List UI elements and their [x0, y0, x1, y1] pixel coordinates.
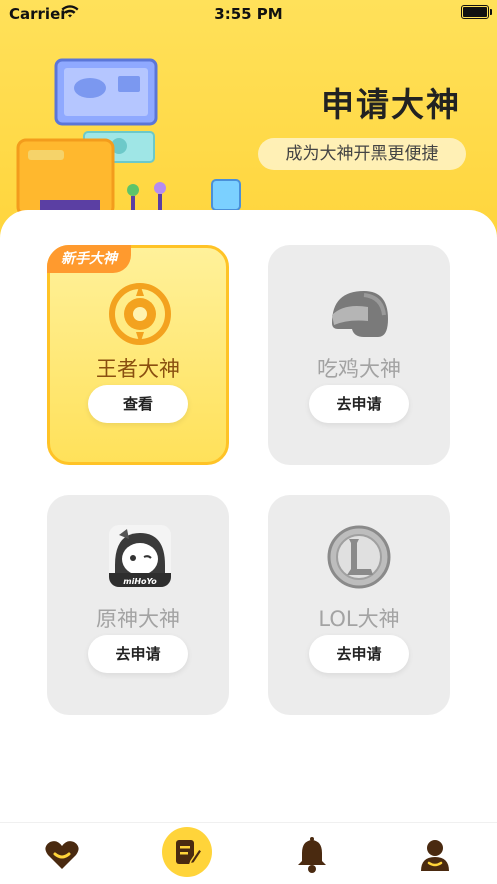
card-genshin[interactable]: miHoYo 原神大神 去申请 [47, 495, 229, 715]
mihoyo-label: miHoYo [123, 577, 157, 586]
status-bar: Carrier 3:55 PM [0, 0, 497, 26]
apply-button[interactable]: 去申请 [309, 385, 409, 423]
tab-profile[interactable] [413, 833, 457, 877]
page-subtitle: 成为大神开黑更便捷 [258, 138, 466, 170]
apply-button[interactable]: 去申请 [88, 635, 188, 673]
tab-notifications[interactable] [290, 833, 334, 877]
honor-of-kings-icon [109, 283, 171, 345]
card-name: 王者大神 [96, 357, 180, 381]
card-name: 原神大神 [96, 607, 180, 631]
card-honor-of-kings[interactable]: 新手大神 王者大神 查看 [47, 245, 229, 465]
tab-apply[interactable] [162, 827, 212, 877]
phone-illustration [211, 179, 241, 211]
novice-tag: 新手大神 [47, 245, 131, 273]
page-title: 申请大神 [321, 85, 461, 124]
banner-illustration [16, 58, 241, 215]
user-icon [421, 840, 449, 871]
content-sheet: 新手大神 王者大神 查看 吃鸡大神 去申请 miHoYo 原神大神 去申请 LO… [0, 210, 497, 822]
bell-icon [298, 837, 326, 873]
battery-icon [461, 5, 492, 19]
heart-icon [45, 841, 79, 869]
tab-heart[interactable] [40, 833, 84, 877]
card-lol[interactable]: LOL大神 去申请 [268, 495, 450, 715]
helmet-icon [332, 291, 388, 337]
apply-button[interactable]: 去申请 [309, 635, 409, 673]
card-name: 吃鸡大神 [317, 357, 401, 381]
lol-logo-icon [327, 525, 391, 589]
clock: 3:55 PM [214, 5, 283, 23]
card-pubg[interactable]: 吃鸡大神 去申请 [268, 245, 450, 465]
view-button[interactable]: 查看 [88, 385, 188, 423]
tab-bar [0, 822, 497, 884]
card-name: LOL大神 [318, 607, 400, 631]
edit-icon [162, 827, 212, 877]
genshin-character-icon: miHoYo [109, 525, 171, 587]
